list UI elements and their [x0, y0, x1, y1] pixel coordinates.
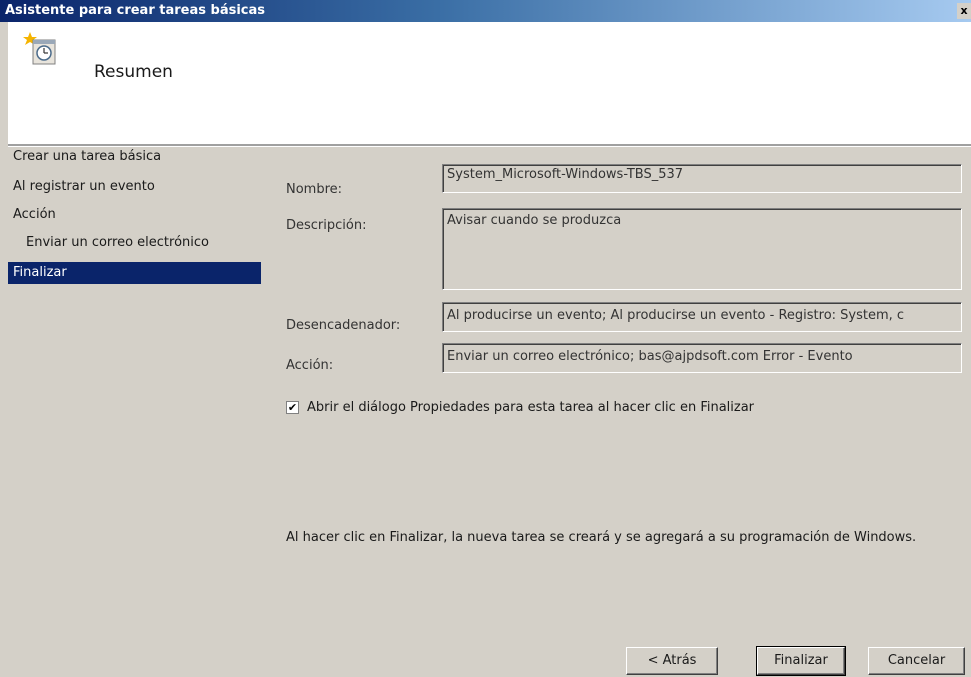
- finish-info-text: Al hacer clic en Finalizar, la nueva tar…: [286, 530, 917, 545]
- open-properties-checkbox[interactable]: ✔: [286, 401, 299, 414]
- cancel-button[interactable]: Cancelar: [868, 647, 965, 675]
- trigger-field[interactable]: Al producirse un evento; Al producirse u…: [442, 302, 962, 332]
- back-button[interactable]: < Atrás: [626, 647, 718, 675]
- action-field[interactable]: Enviar un correo electrónico; bas@ajpdso…: [442, 343, 962, 373]
- nav-step-create-task[interactable]: Crear una tarea básica: [8, 146, 261, 168]
- open-properties-label[interactable]: Abrir el diálogo Propiedades para esta t…: [307, 400, 754, 415]
- page-title: Resumen: [94, 62, 173, 82]
- trigger-label: Desencadenador:: [286, 318, 401, 333]
- nav-step-send-email[interactable]: Enviar un correo electrónico: [8, 232, 261, 254]
- finish-button[interactable]: Finalizar: [756, 646, 846, 676]
- nav-step-trigger[interactable]: Al registrar un evento: [8, 176, 261, 198]
- name-field[interactable]: System_Microsoft-Windows-TBS_537: [442, 164, 962, 193]
- title-bar: Asistente para crear tareas básicas x: [0, 0, 971, 22]
- name-label: Nombre:: [286, 182, 343, 197]
- close-button[interactable]: x: [957, 3, 971, 19]
- window-title: Asistente para crear tareas básicas: [5, 3, 266, 18]
- check-mark-icon: ✔: [287, 401, 298, 414]
- description-label: Descripción:: [286, 218, 367, 233]
- close-icon: x: [960, 4, 968, 17]
- task-scheduler-icon: [22, 32, 62, 68]
- description-field[interactable]: Avisar cuando se produzca: [442, 208, 962, 290]
- nav-step-action[interactable]: Acción: [8, 204, 261, 226]
- nav-step-finish[interactable]: Finalizar: [8, 262, 261, 284]
- wizard-header: Resumen: [8, 22, 971, 144]
- action-label: Acción:: [286, 358, 334, 373]
